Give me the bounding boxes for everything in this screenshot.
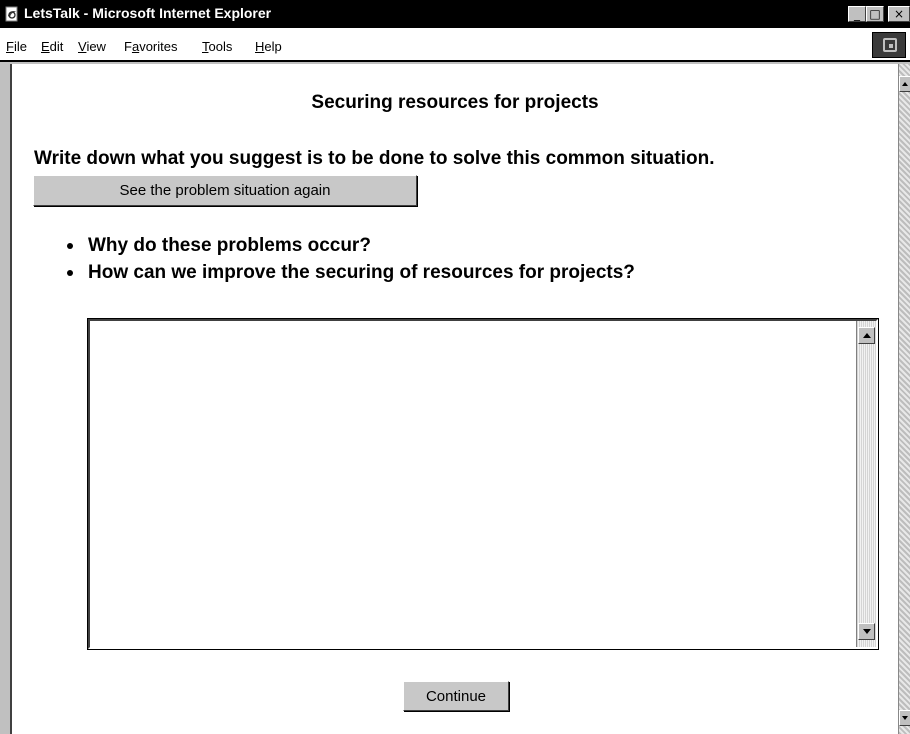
textarea-scroll-down-icon[interactable]	[858, 623, 875, 640]
ie-page-icon	[5, 6, 18, 22]
instruction-text: Write down what you suggest is to be don…	[34, 148, 715, 169]
minimize-button[interactable]: _	[848, 6, 866, 22]
title-bar: LetsTalk - Microsoft Internet Explorer _…	[0, 0, 910, 28]
continue-button[interactable]: Continue	[403, 681, 509, 711]
answer-textarea[interactable]	[90, 321, 856, 647]
windows-logo-icon	[872, 32, 906, 58]
menu-tools[interactable]: Tools	[202, 39, 232, 54]
see-problem-again-button[interactable]: See the problem situation again	[33, 175, 417, 206]
browser-window: LetsTalk - Microsoft Internet Explorer _…	[0, 0, 910, 734]
answer-textarea-frame	[87, 318, 879, 650]
textarea-scroll-up-icon[interactable]	[858, 327, 875, 344]
scroll-down-arrow-icon[interactable]	[899, 710, 910, 726]
question-list: Why do these problems occur? How can we …	[63, 232, 635, 286]
menu-help[interactable]: Help	[255, 39, 282, 54]
page-scrollbar[interactable]	[898, 64, 910, 734]
menu-favorites[interactable]: Favorites	[124, 39, 177, 54]
bullet-icon	[67, 270, 73, 276]
textarea-scrollbar[interactable]	[856, 321, 876, 647]
list-item: How can we improve the securing of resou…	[63, 259, 635, 286]
maximize-button[interactable]: □	[866, 6, 884, 22]
list-item: Why do these problems occur?	[63, 232, 635, 259]
scroll-up-arrow-icon[interactable]	[899, 76, 910, 92]
window-title: LetsTalk - Microsoft Internet Explorer	[24, 5, 272, 21]
menu-bar: File Edit View Favorites Tools Help	[0, 28, 910, 62]
menu-edit[interactable]: Edit	[41, 39, 63, 54]
bullet-icon	[67, 243, 73, 249]
menu-view[interactable]: View	[78, 39, 106, 54]
menu-file[interactable]: File	[6, 39, 27, 54]
page-title: Securing resources for projects	[311, 92, 599, 113]
close-button[interactable]: ×	[888, 6, 910, 22]
